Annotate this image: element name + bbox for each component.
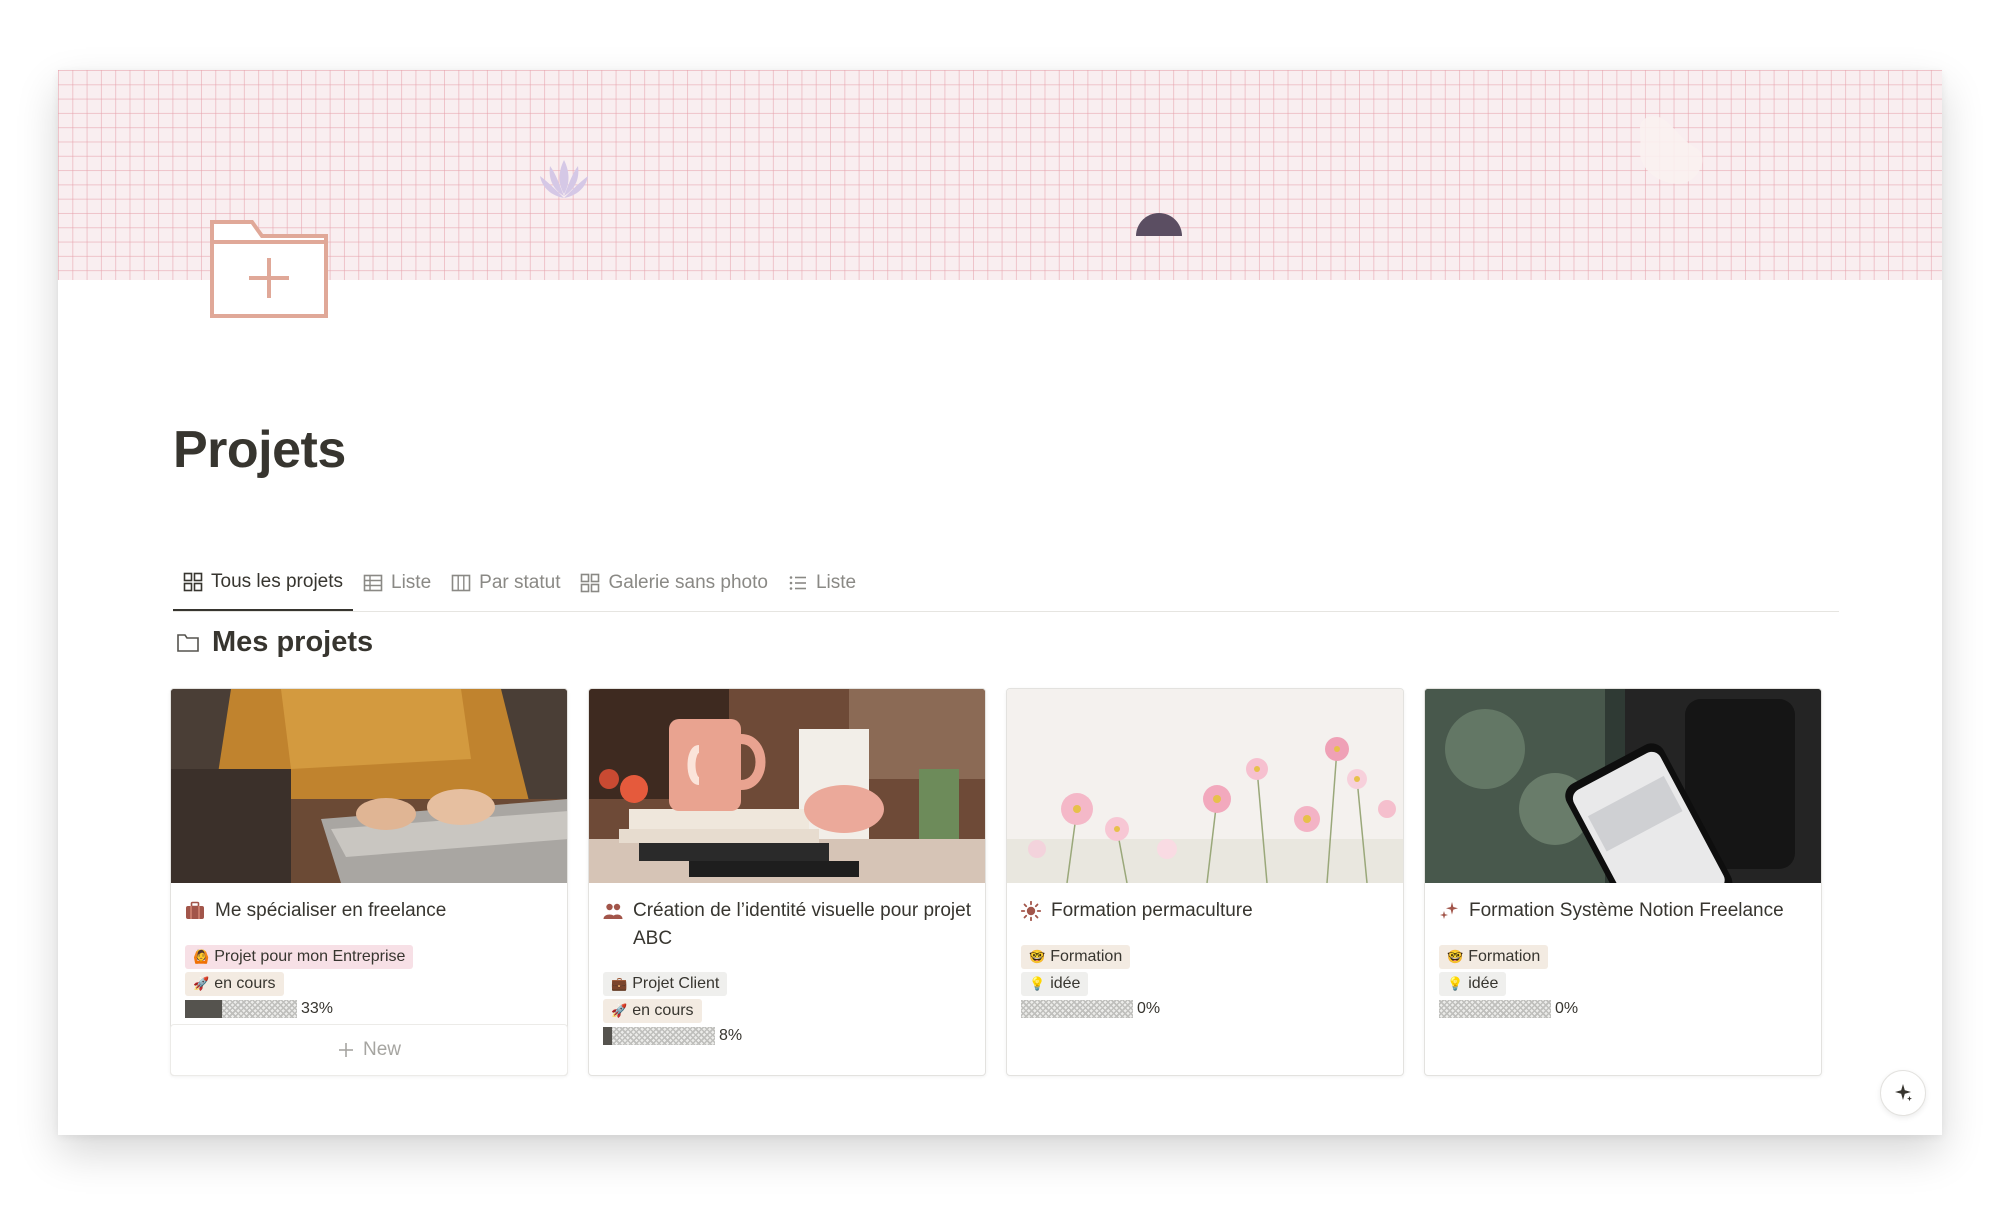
tag-label: Formation xyxy=(1468,948,1541,965)
nerd-face-icon: 🤓 xyxy=(1447,949,1464,964)
progress-label: 0% xyxy=(1555,1000,1579,1017)
light-bulb-icon: 💡 xyxy=(1029,976,1046,991)
progress-bar xyxy=(185,1000,297,1018)
phone-podcast-photo xyxy=(1425,689,1821,883)
new-button-label: New xyxy=(362,1039,401,1060)
tab-label: Liste xyxy=(391,572,432,593)
status-tag: 💡 idée xyxy=(1439,972,1507,996)
gallery-card[interactable]: Formation Système Notion Freelance 🤓 For… xyxy=(1424,688,1822,1076)
progress-label: 33% xyxy=(301,1000,334,1017)
rocket-icon: 🚀 xyxy=(611,1003,628,1018)
progress-fill xyxy=(185,1000,222,1018)
progress-fill xyxy=(603,1027,612,1045)
blob-shape xyxy=(1639,115,1703,185)
sparkle-icon xyxy=(1895,1084,1912,1102)
card-title-row: Création de l’identité visuelle pour pro… xyxy=(603,897,971,953)
tab-liste-2[interactable]: Liste xyxy=(778,555,866,611)
page-title[interactable]: Projets xyxy=(173,420,346,480)
board-icon xyxy=(451,574,471,592)
card-title: Formation permaculture xyxy=(1051,900,1253,921)
sun-icon xyxy=(1021,901,1041,921)
card-cover-laptop xyxy=(171,689,567,883)
flowers-photo xyxy=(1007,689,1403,883)
category-tag: 🙆 Projet pour mon Entreprise xyxy=(185,945,414,969)
progress-indicator: 33% xyxy=(185,1000,333,1018)
card-cover-desk xyxy=(589,689,985,883)
card-title: Me spécialiser en freelance xyxy=(215,900,447,921)
tab-tous-les-projets[interactable]: Tous les projets xyxy=(173,555,354,611)
notion-window: Projets Tous les projets Liste Par statu… xyxy=(58,70,1942,1135)
people-icon xyxy=(603,903,623,919)
progress-bar xyxy=(603,1027,715,1045)
plus-icon xyxy=(338,1043,353,1057)
list-icon xyxy=(789,576,806,590)
laptop-photo xyxy=(171,689,567,883)
lotus-icon xyxy=(540,160,588,198)
gallery-icon xyxy=(183,572,203,592)
gallery-card[interactable]: Formation permaculture 🤓 Formation 💡 idé… xyxy=(1006,688,1404,1076)
sparkles-icon xyxy=(1440,902,1458,919)
tag-label: idée xyxy=(1468,975,1499,992)
status-tag: 🚀 en cours xyxy=(185,972,284,996)
tab-label: Liste xyxy=(815,572,857,593)
tab-label: Galerie sans photo xyxy=(608,572,768,593)
tab-label: Tous les projets xyxy=(211,571,344,592)
card-title-row: Me spécialiser en freelance xyxy=(185,897,553,925)
briefcase-icon xyxy=(186,901,204,919)
tag-label: Formation xyxy=(1050,948,1123,965)
light-bulb-icon: 💡 xyxy=(1447,976,1464,991)
card-cover-flowers xyxy=(1007,689,1403,883)
tab-galerie-sans-photo[interactable]: Galerie sans photo xyxy=(570,555,778,611)
tab-liste[interactable]: Liste xyxy=(353,555,441,611)
progress-label: 0% xyxy=(1137,1000,1161,1017)
card-cover-phone xyxy=(1425,689,1821,883)
page-cover[interactable] xyxy=(58,70,1942,280)
tag-label: idée xyxy=(1050,975,1081,992)
nerd-face-icon: 🤓 xyxy=(1029,949,1046,964)
progress-indicator: 0% xyxy=(1439,1000,1578,1018)
tag-label: en cours xyxy=(214,975,276,992)
gallery-card[interactable]: Me spécialiser en freelance 🙆 Projet pou… xyxy=(170,688,568,1076)
folder-plus-icon[interactable] xyxy=(208,218,330,320)
tag-label: Projet Client xyxy=(632,975,720,992)
progress-indicator: 8% xyxy=(603,1027,742,1045)
card-title: Formation Système Notion Freelance xyxy=(1469,900,1784,921)
gallery-card[interactable]: Création de l’identité visuelle pour pro… xyxy=(588,688,986,1076)
category-tag: 🤓 Formation xyxy=(1439,945,1549,969)
category-tag: 🤓 Formation xyxy=(1021,945,1131,969)
new-card-button[interactable]: New xyxy=(170,1024,568,1076)
semicircle-shape xyxy=(1136,213,1182,236)
table-icon xyxy=(363,574,383,592)
gallery-icon xyxy=(581,573,600,593)
tab-label: Par statut xyxy=(479,572,561,593)
card-title: Création de l’identité visuelle pour pro… xyxy=(633,900,971,949)
tab-par-statut[interactable]: Par statut xyxy=(441,555,570,611)
card-title-row: Formation Système Notion Freelance xyxy=(1439,897,1807,925)
progress-bar xyxy=(1021,1000,1133,1018)
progress-indicator: 0% xyxy=(1021,1000,1160,1018)
tag-label: en cours xyxy=(632,1002,694,1019)
tag-label: Projet pour mon Entreprise xyxy=(214,948,406,965)
status-tag: 🚀 en cours xyxy=(603,999,702,1023)
briefcase-emoji-icon: 💼 xyxy=(611,976,628,991)
category-tag: 💼 Projet Client xyxy=(603,972,728,996)
desk-mug-photo xyxy=(589,689,985,883)
folder-outline-icon xyxy=(177,633,199,652)
card-title-row: Formation permaculture xyxy=(1021,897,1389,925)
ai-assistant-button[interactable] xyxy=(1880,1070,1926,1116)
progress-label: 8% xyxy=(719,1027,743,1044)
view-tabs: Tous les projets Liste Par statut Galeri… xyxy=(173,556,1839,612)
rocket-icon: 🚀 xyxy=(193,976,210,991)
person-gesturing-icon: 🙆 xyxy=(193,949,210,964)
section-header[interactable]: Mes projets xyxy=(176,626,373,659)
status-tag: 💡 idée xyxy=(1021,972,1089,996)
progress-bar xyxy=(1439,1000,1551,1018)
section-title: Mes projets xyxy=(212,626,374,658)
